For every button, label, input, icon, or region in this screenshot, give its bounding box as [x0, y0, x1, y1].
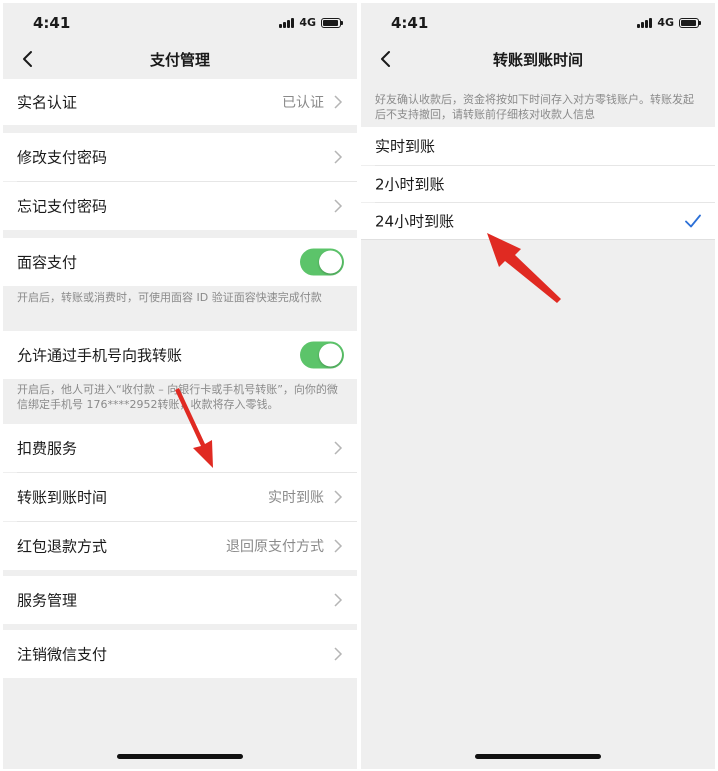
refund-method-row[interactable]: 红包退款方式 退回原支付方式	[3, 522, 357, 570]
home-indicator	[475, 754, 601, 759]
arrival-time-label: 转账到账时间	[17, 488, 108, 507]
real-name-status: 已认证	[282, 95, 324, 111]
phone-transfer-label: 允许通过手机号向我转账	[17, 346, 183, 365]
network-label: 4G	[299, 16, 316, 29]
page-title: 转账到账时间	[492, 51, 583, 69]
face-pay-note: 开启后，转账或消费时，可使用面容 ID 验证面容快速完成付款	[17, 291, 322, 304]
real-name-label: 实名认证	[17, 93, 78, 112]
checkmark-icon	[685, 214, 701, 228]
refund-method-label: 红包退款方式	[17, 537, 108, 556]
option-label: 2小时到账	[375, 175, 445, 194]
arrival-time-note: 好友确认收款后，资金将按如下时间存入对方零钱账户。转账发起后不支持撤回，请转账前…	[375, 93, 694, 121]
phone-transfer-row: 允许通过手机号向我转账	[3, 331, 357, 379]
face-pay-toggle[interactable]	[300, 248, 344, 276]
chevron-right-icon	[334, 490, 343, 504]
battery-icon	[321, 17, 343, 28]
chevron-right-icon	[334, 593, 343, 607]
cancel-wechat-pay-row[interactable]: 注销微信支付	[3, 630, 357, 678]
chevron-right-icon	[334, 199, 343, 213]
option-label: 24小时到账	[375, 212, 455, 231]
signal-icon	[279, 17, 295, 28]
arrival-time-value: 实时到账	[268, 490, 324, 506]
arrival-time-screen: 4:41 4G 转账到账时间 好友确认收款后，资金将按如下时间存入对方零钱账户。…	[361, 3, 715, 769]
status-time: 4:41	[391, 14, 429, 32]
battery-icon	[679, 17, 701, 28]
change-password-label: 修改支付密码	[17, 148, 108, 167]
nav-bar: 支付管理	[3, 37, 357, 79]
forget-password-label: 忘记支付密码	[17, 197, 108, 216]
deduction-service-label: 扣费服务	[17, 439, 78, 458]
face-pay-label: 面容支付	[17, 253, 78, 272]
red-arrow-annotation	[487, 233, 561, 303]
red-arrow-annotation	[175, 388, 213, 468]
forget-password-row[interactable]: 忘记支付密码	[3, 182, 357, 230]
phone-transfer-toggle[interactable]	[300, 341, 344, 369]
real-name-row[interactable]: 实名认证 已认证	[3, 79, 357, 125]
status-time: 4:41	[33, 14, 71, 32]
nav-bar: 转账到账时间	[361, 37, 715, 79]
chevron-right-icon	[334, 150, 343, 164]
payment-management-screen: 4:41 4G 支付管理 实名认证 已认证 修改支付密码 忘记支付密码 面容支付…	[3, 3, 357, 769]
change-password-row[interactable]: 修改支付密码	[3, 133, 357, 181]
arrival-time-row[interactable]: 转账到账时间 实时到账	[3, 473, 357, 521]
option-label: 实时到账	[375, 137, 436, 156]
service-management-label: 服务管理	[17, 591, 78, 610]
chevron-right-icon	[334, 539, 343, 553]
home-indicator	[117, 754, 243, 759]
refund-method-value: 退回原支付方式	[226, 539, 324, 555]
chevron-right-icon	[334, 441, 343, 455]
chevron-right-icon	[334, 647, 343, 661]
network-label: 4G	[657, 16, 674, 29]
face-pay-row: 面容支付	[3, 238, 357, 286]
chevron-right-icon	[334, 95, 343, 109]
service-management-row[interactable]: 服务管理	[3, 576, 357, 624]
cancel-wechat-pay-label: 注销微信支付	[17, 645, 108, 664]
option-2-hours[interactable]: 2小时到账	[361, 166, 715, 202]
signal-icon	[637, 17, 653, 28]
page-title: 支付管理	[149, 51, 210, 69]
option-realtime[interactable]: 实时到账	[361, 127, 715, 165]
